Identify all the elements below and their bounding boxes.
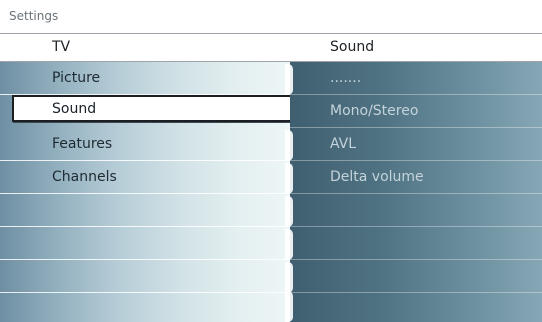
- submenu-item-empty: [290, 293, 542, 322]
- row-edge-notch: [285, 130, 293, 161]
- row-edge-notch: [285, 229, 293, 260]
- menu-item-empty: [0, 260, 290, 293]
- submenu-item-placeholder[interactable]: .......: [290, 62, 542, 95]
- row-edge-notch: [285, 291, 293, 322]
- submenu-item-mono-stereo[interactable]: Mono/Stereo: [290, 95, 542, 128]
- top-divider: [0, 33, 542, 34]
- submenu-item-empty: [290, 227, 542, 260]
- menu-item-features[interactable]: Features: [0, 128, 290, 161]
- submenu-item-label: Mono/Stereo: [330, 103, 419, 119]
- main-menu-list: Picture Sound Features Channels: [0, 62, 292, 322]
- submenu-item-delta-volume[interactable]: Delta volume: [290, 161, 542, 194]
- submenu-item-label: Delta volume: [330, 169, 424, 185]
- submenu-item-avl[interactable]: AVL: [290, 128, 542, 161]
- menu-item-channels[interactable]: Channels: [0, 161, 290, 194]
- menu-item-label: Picture: [52, 70, 101, 86]
- right-column-title: Sound: [330, 39, 375, 55]
- menu-item-label: Features: [52, 136, 113, 152]
- breadcrumb: Settings: [9, 9, 59, 23]
- row-edge-notch: [285, 163, 293, 194]
- menu-item-empty: [0, 227, 290, 260]
- menu-header: TV Sound: [0, 35, 542, 61]
- menu-item-empty: [0, 194, 290, 227]
- menu-item-label: Channels: [52, 169, 117, 185]
- submenu-item-label: .......: [330, 70, 362, 86]
- menu-item-sound-selected[interactable]: Sound: [12, 95, 292, 122]
- menu-item-empty: [0, 293, 290, 322]
- row-edge-notch: [285, 64, 293, 95]
- submenu-item-empty: [290, 194, 542, 227]
- submenu-list: ....... Mono/Stereo AVL Delta volume: [290, 62, 542, 322]
- tv-settings-screen: Settings TV Sound Picture Sound Features…: [0, 0, 542, 322]
- submenu-item-empty: [290, 260, 542, 293]
- menu-item-label: Sound: [52, 101, 97, 117]
- submenu-item-label: AVL: [330, 136, 357, 152]
- row-edge-notch: [285, 262, 293, 293]
- row-edge-notch: [285, 196, 293, 227]
- menu-item-picture[interactable]: Picture: [0, 62, 290, 95]
- left-column-title: TV: [52, 39, 71, 55]
